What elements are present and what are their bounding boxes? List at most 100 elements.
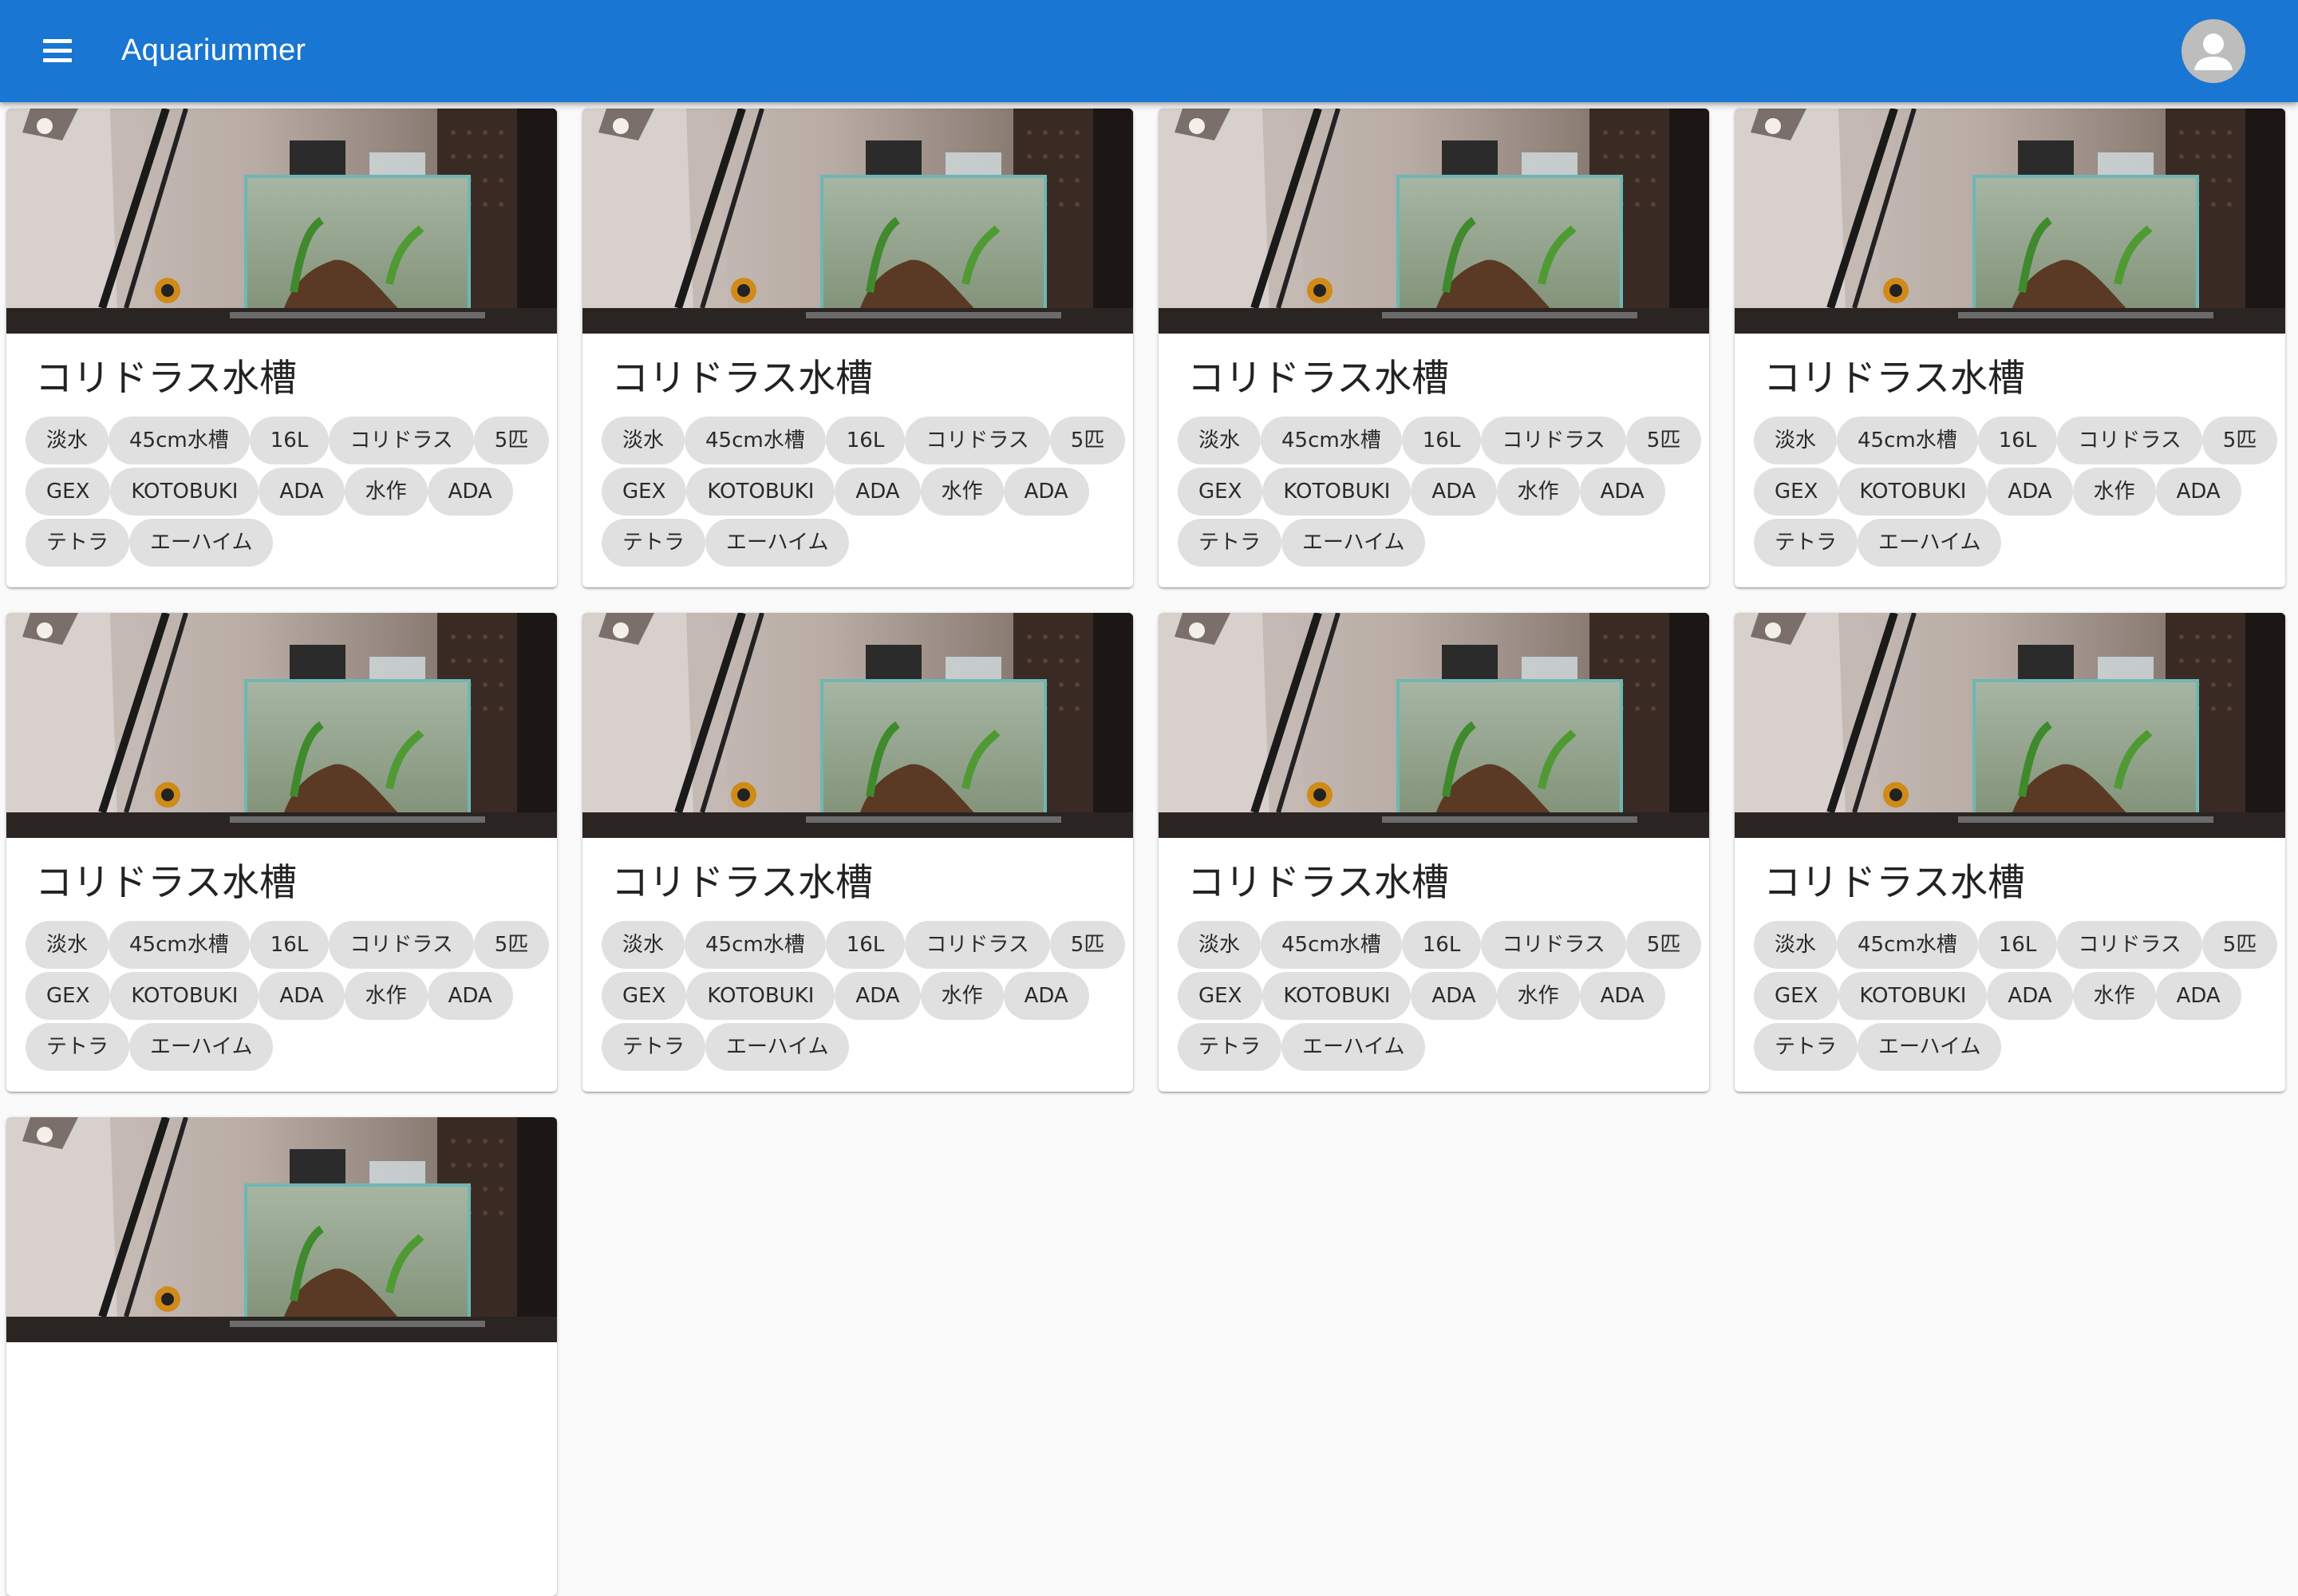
tag-chip[interactable]: 水作 (920, 972, 1004, 1020)
aquarium-card[interactable]: コリドラス水槽 淡水 45cm水槽 16L コリドラス 5匹 GEX KOTOBUKI ADA 水… (6, 613, 557, 1092)
tag-chip[interactable]: 淡水 (1754, 921, 1838, 969)
tag-chip[interactable]: 5匹 (1625, 417, 1702, 464)
aquarium-card[interactable]: コリドラス水槽 淡水 45cm水槽 16L コリドラス 5匹 GEX KOTOBUKI ADA 水… (1735, 613, 2285, 1092)
tag-chip[interactable]: 45cm水槽 (685, 921, 826, 969)
tag-chip[interactable]: 淡水 (1178, 417, 1262, 464)
tag-chip[interactable]: テトラ (602, 519, 706, 567)
tag-chip[interactable]: ADA (835, 972, 921, 1020)
tag-chip[interactable]: テトラ (26, 519, 130, 567)
tag-chip[interactable]: 16L (1401, 921, 1482, 969)
tag-chip[interactable]: GEX (26, 972, 111, 1020)
tag-chip[interactable]: コリドラス (329, 417, 474, 464)
tag-chip[interactable]: 16L (1977, 921, 2058, 969)
tag-chip[interactable]: 水作 (2072, 972, 2156, 1020)
tag-chip[interactable]: 16L (1401, 417, 1482, 464)
tag-chip[interactable]: ADA (427, 468, 513, 516)
tag-chip[interactable]: エーハイム (705, 1023, 850, 1071)
tag-chip[interactable]: ADA (1987, 468, 2073, 516)
tag-chip[interactable]: エーハイム (705, 519, 850, 567)
tag-chip[interactable]: テトラ (1178, 519, 1282, 567)
tag-chip[interactable]: 45cm水槽 (1837, 417, 1978, 464)
menu-icon[interactable] (37, 32, 78, 70)
tag-chip[interactable]: 5匹 (1049, 417, 1126, 464)
tag-chip[interactable]: テトラ (26, 1023, 130, 1071)
tag-chip[interactable]: エーハイム (1858, 519, 2002, 567)
tag-chip[interactable]: GEX (602, 468, 687, 516)
aquarium-card[interactable]: コリドラス水槽 淡水 45cm水槽 16L コリドラス 5匹 GEX KOTOBUKI ADA 水… (582, 613, 1133, 1092)
tag-chip[interactable]: ADA (2155, 468, 2241, 516)
tag-chip[interactable]: 水作 (2072, 468, 2156, 516)
tag-chip[interactable]: GEX (602, 972, 687, 1020)
account-circle-icon[interactable] (2182, 19, 2245, 83)
tag-chip[interactable]: 45cm水槽 (1261, 417, 1402, 464)
tag-chip[interactable]: エーハイム (129, 1023, 274, 1071)
tag-chip[interactable]: テトラ (1754, 1023, 1858, 1071)
tag-chip[interactable]: コリドラス (2057, 921, 2202, 969)
tag-chip[interactable]: GEX (1178, 468, 1263, 516)
tag-chip[interactable]: ADA (1003, 468, 1089, 516)
aquarium-card[interactable]: コリドラス水槽 淡水 45cm水槽 16L コリドラス 5匹 GEX KOTOBUKI ADA 水… (1159, 613, 1709, 1092)
tag-chip[interactable]: KOTOBUKI (1838, 468, 1988, 516)
tag-chip[interactable]: エーハイム (1858, 1023, 2002, 1071)
tag-chip[interactable]: テトラ (1754, 519, 1858, 567)
tag-chip[interactable]: 5匹 (1049, 921, 1126, 969)
tag-chip[interactable]: 45cm水槽 (1261, 921, 1402, 969)
aquarium-card[interactable]: コリドラス水槽 淡水 45cm水槽 16L コリドラス 5匹 GEX KOTOBUKI ADA 水… (1735, 109, 2285, 587)
tag-chip[interactable]: コリドラス (2057, 417, 2202, 464)
tag-chip[interactable]: KOTOBUKI (1262, 972, 1412, 1020)
tag-chip[interactable]: KOTOBUKI (1838, 972, 1988, 1020)
tag-chip[interactable]: コリドラス (1481, 417, 1626, 464)
tag-chip[interactable]: ADA (259, 468, 345, 516)
tag-chip[interactable]: ADA (1987, 972, 2073, 1020)
tag-chip[interactable]: 水作 (920, 468, 1004, 516)
tag-chip[interactable]: ADA (259, 972, 345, 1020)
tag-chip[interactable]: ADA (1411, 972, 1497, 1020)
tag-chip[interactable]: KOTOBUKI (1262, 468, 1412, 516)
tag-chip[interactable]: コリドラス (329, 921, 474, 969)
tag-chip[interactable]: 16L (825, 921, 906, 969)
tag-chip[interactable]: コリドラス (1481, 921, 1626, 969)
tag-chip[interactable]: GEX (26, 468, 111, 516)
tag-chip[interactable]: GEX (1754, 468, 1839, 516)
tag-chip[interactable]: KOTOBUKI (686, 468, 835, 516)
tag-chip[interactable]: 淡水 (26, 921, 109, 969)
tag-chip[interactable]: ADA (2155, 972, 2241, 1020)
tag-chip[interactable]: テトラ (1178, 1023, 1282, 1071)
tag-chip[interactable]: コリドラス (905, 417, 1050, 464)
tag-chip[interactable]: 16L (249, 921, 330, 969)
tag-chip[interactable]: テトラ (602, 1023, 706, 1071)
tag-chip[interactable]: 水作 (344, 468, 428, 516)
tag-chip[interactable]: KOTOBUKI (110, 972, 259, 1020)
tag-chip[interactable]: 45cm水槽 (109, 417, 250, 464)
tag-chip[interactable]: ADA (1579, 468, 1665, 516)
tag-chip[interactable]: 16L (825, 417, 906, 464)
tag-chip[interactable]: 45cm水槽 (1837, 921, 1978, 969)
tag-chip[interactable]: 淡水 (26, 417, 109, 464)
tag-chip[interactable]: GEX (1178, 972, 1263, 1020)
tag-chip[interactable]: 水作 (344, 972, 428, 1020)
tag-chip[interactable]: 5匹 (2201, 921, 2278, 969)
tag-chip[interactable]: 水作 (1496, 972, 1580, 1020)
tag-chip[interactable]: エーハイム (1281, 1023, 1426, 1071)
aquarium-card[interactable]: コリドラス水槽 淡水 45cm水槽 16L コリドラス 5匹 GEX KOTOBUKI ADA 水… (582, 109, 1133, 587)
aquarium-card[interactable] (6, 1117, 557, 1596)
tag-chip[interactable]: KOTOBUKI (110, 468, 259, 516)
tag-chip[interactable]: KOTOBUKI (686, 972, 835, 1020)
tag-chip[interactable]: 淡水 (1754, 417, 1838, 464)
tag-chip[interactable]: 5匹 (1625, 921, 1702, 969)
tag-chip[interactable]: 淡水 (602, 417, 685, 464)
tag-chip[interactable]: 45cm水槽 (109, 921, 250, 969)
tag-chip[interactable]: 45cm水槽 (685, 417, 826, 464)
tag-chip[interactable]: ADA (1003, 972, 1089, 1020)
tag-chip[interactable]: 淡水 (1178, 921, 1262, 969)
tag-chip[interactable]: 5匹 (473, 921, 550, 969)
tag-chip[interactable]: 5匹 (2201, 417, 2278, 464)
aquarium-card[interactable]: コリドラス水槽 淡水 45cm水槽 16L コリドラス 5匹 GEX KOTOBUKI ADA 水… (6, 109, 557, 587)
tag-chip[interactable]: エーハイム (129, 519, 274, 567)
tag-chip[interactable]: ADA (835, 468, 921, 516)
tag-chip[interactable]: 16L (249, 417, 330, 464)
tag-chip[interactable]: 16L (1977, 417, 2058, 464)
tag-chip[interactable]: GEX (1754, 972, 1839, 1020)
tag-chip[interactable]: 淡水 (602, 921, 685, 969)
tag-chip[interactable]: ADA (427, 972, 513, 1020)
